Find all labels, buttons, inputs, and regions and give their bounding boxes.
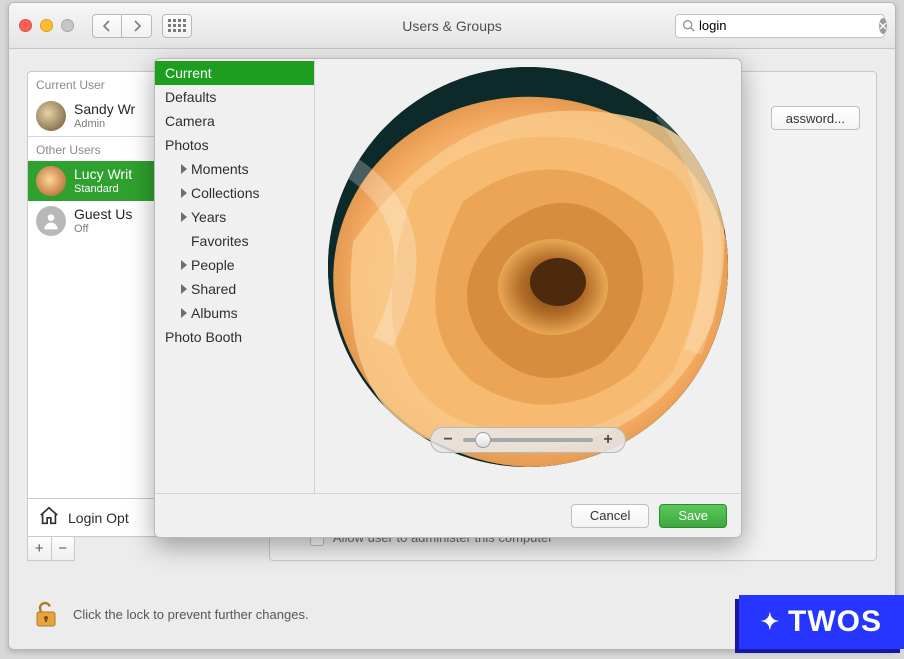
source-people[interactable]: People [155,253,314,277]
user-name: Sandy Wr [74,102,135,117]
disclosure-triangle-icon [181,188,187,198]
picture-preview[interactable] [328,67,728,467]
close-window-icon[interactable] [19,19,32,32]
source-moments[interactable]: Moments [155,157,314,181]
avatar [36,206,66,236]
nav-buttons [92,14,152,38]
disclosure-triangle-icon [181,164,187,174]
source-albums[interactable]: Albums [155,301,314,325]
search-field[interactable] [675,14,885,38]
save-button[interactable]: Save [659,504,727,528]
minimize-window-icon[interactable] [40,19,53,32]
search-icon [682,19,695,32]
slider-thumb[interactable] [475,432,491,448]
user-role: Admin [74,118,135,130]
unlocked-lock-icon[interactable] [33,599,59,629]
slider-track[interactable] [463,438,593,442]
change-password-label: assword... [786,111,845,126]
remove-user-button[interactable]: − [51,537,75,560]
zoom-in-button[interactable]: + [601,431,615,449]
source-current[interactable]: Current [155,61,314,85]
chevron-right-icon [132,20,142,32]
change-password-button[interactable]: assword... [771,106,860,130]
disclosure-triangle-icon [181,308,187,318]
picture-source-sidebar: Current Defaults Camera Photos Moments C… [155,59,315,493]
login-options-label: Login Opt [68,510,129,526]
zoom-out-button[interactable]: − [441,431,455,449]
popover-footer: Cancel Save [155,493,741,537]
clear-search-button[interactable] [879,18,887,34]
disclosure-triangle-icon [181,260,187,270]
source-shared[interactable]: Shared [155,277,314,301]
add-user-button[interactable]: + [28,537,51,560]
user-role: Off [74,223,132,235]
chevron-left-icon [102,20,112,32]
person-icon [41,211,61,231]
grid-icon [168,19,186,32]
house-icon [38,505,60,530]
user-role: Standard [74,183,132,195]
user-name: Guest Us [74,207,132,222]
source-favorites[interactable]: Favorites [155,229,314,253]
rose-image [328,67,728,467]
picture-preview-area: − + [315,59,741,493]
cancel-button[interactable]: Cancel [571,504,649,528]
watermark-text: TWOS [788,605,882,639]
source-years[interactable]: Years [155,205,314,229]
save-label: Save [678,508,708,523]
disclosure-triangle-icon [181,284,187,294]
cancel-label: Cancel [590,508,630,523]
forward-button[interactable] [122,14,152,38]
back-button[interactable] [92,14,122,38]
show-all-prefs-button[interactable] [162,14,192,38]
avatar [36,101,66,131]
source-camera[interactable]: Camera [155,109,314,133]
picture-picker-popover: Current Defaults Camera Photos Moments C… [154,58,742,538]
zoom-window-icon[interactable] [61,19,74,32]
source-photobooth[interactable]: Photo Booth [155,325,314,349]
sparkle-icon: ✦ [761,609,780,635]
titlebar: Users & Groups [9,3,895,49]
source-photos[interactable]: Photos [155,133,314,157]
x-icon [879,22,887,30]
zoom-slider[interactable]: − + [430,427,626,453]
source-collections[interactable]: Collections [155,181,314,205]
watermark: ✦ TWOS [739,595,904,649]
source-defaults[interactable]: Defaults [155,85,314,109]
search-input[interactable] [695,18,879,33]
disclosure-triangle-icon [181,212,187,222]
lock-row[interactable]: Click the lock to prevent further change… [33,599,309,629]
avatar [36,166,66,196]
lock-text: Click the lock to prevent further change… [73,607,309,622]
user-name: Lucy Writ [74,167,132,182]
add-remove-user-group: + − [27,537,75,561]
traffic-lights [19,19,74,32]
